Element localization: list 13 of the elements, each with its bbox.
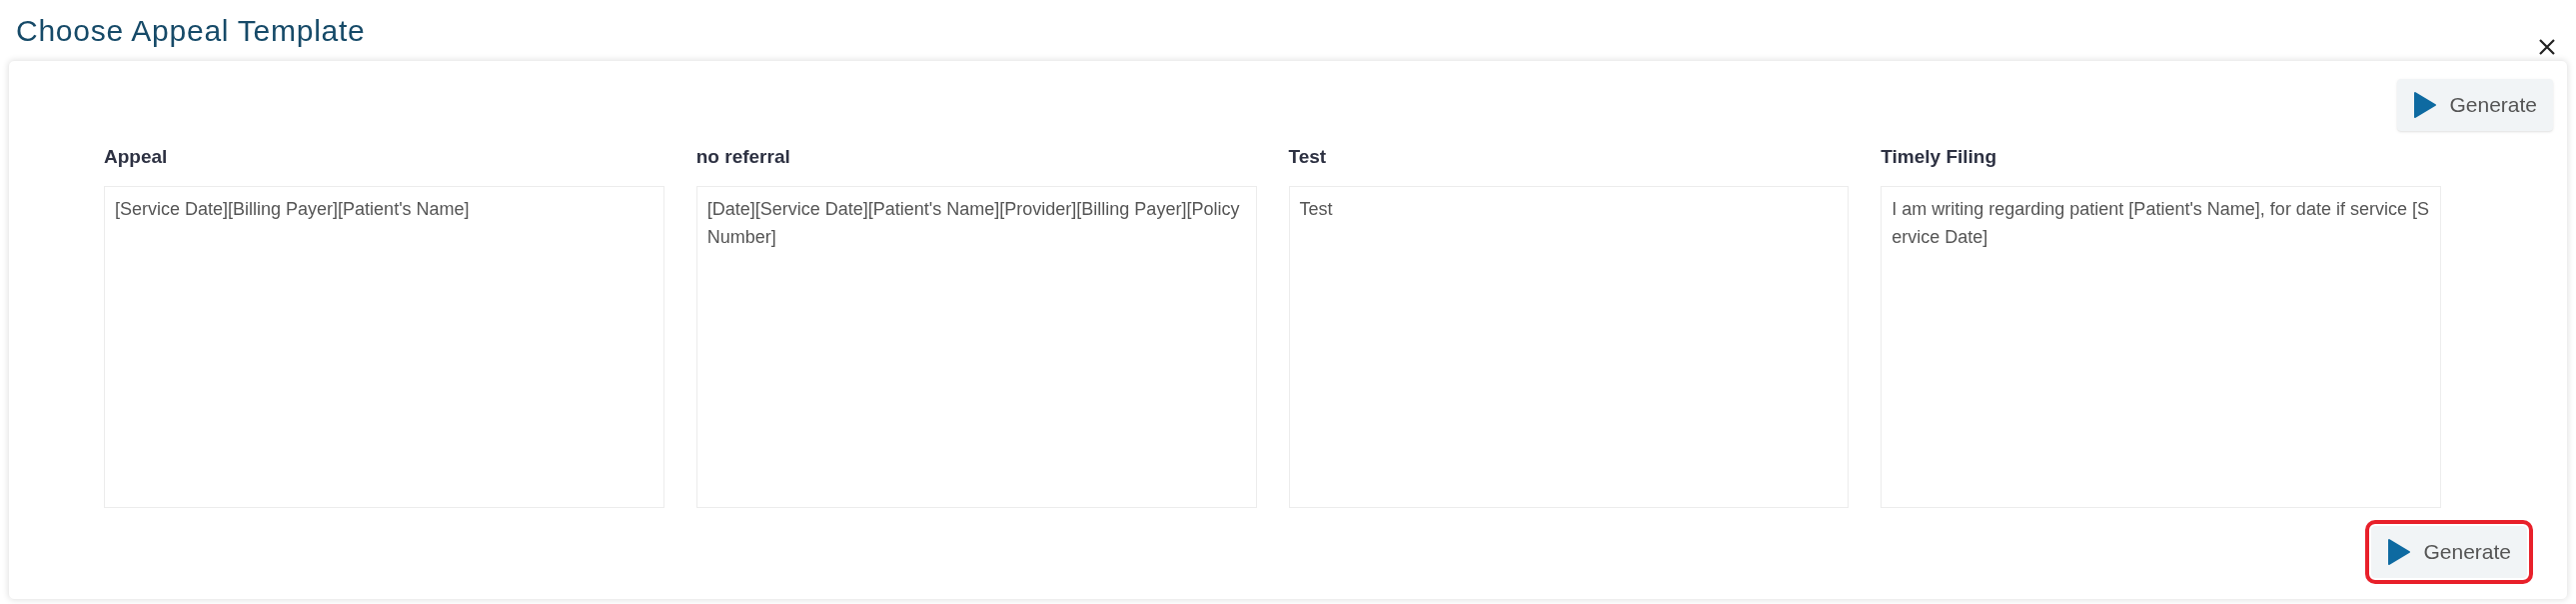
template-text-field[interactable]: Test (1288, 185, 1850, 508)
template-name: no referral (695, 145, 791, 169)
dialog-title: Choose Appeal Template (16, 13, 366, 49)
template-name: Test (1288, 145, 1328, 169)
template-name: Appeal (104, 145, 169, 169)
template-name: Timely Filing (1881, 145, 1998, 169)
generate-button[interactable]: Generate (2397, 79, 2553, 131)
template-text-field[interactable]: [Date][Service Date][Patient's Name][Provider][Billing Payer][Policy Number] (695, 185, 1257, 508)
close-icon[interactable] (2538, 38, 2556, 56)
play-icon (2413, 91, 2438, 119)
play-icon (2387, 537, 2412, 566)
template-text-field[interactable]: [Service Date][Billing Payer][Patient's Name] (104, 185, 664, 508)
template-text-field[interactable]: I am writing regarding patient [Patient's Name], for date if service [Service Date] (1881, 185, 2441, 508)
